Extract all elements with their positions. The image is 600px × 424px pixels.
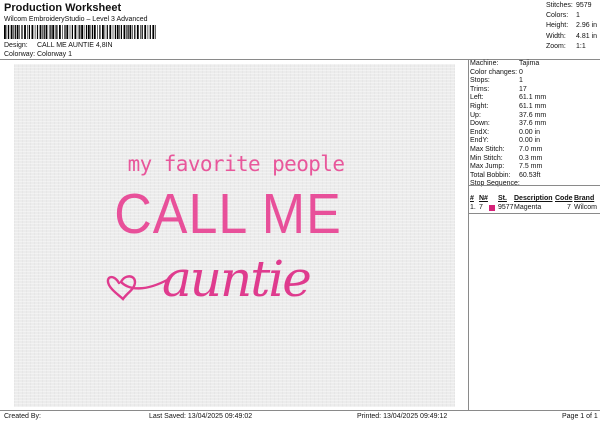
row-stitches: 9577 <box>498 204 514 211</box>
col-code: Code <box>555 195 573 202</box>
design-text-line3: auntie <box>162 250 312 308</box>
stat-row: Colors: 1 <box>546 12 580 20</box>
stat-row: Width: 4.81 in <box>546 32 598 40</box>
stat-row: Height: 2.96 in <box>546 22 598 30</box>
row-needle: 7 <box>479 204 483 211</box>
row-code: 7 <box>567 204 571 211</box>
detail-row: Stops: 1 <box>470 77 523 85</box>
detail-row: EndX: 0.00 in <box>470 128 541 136</box>
panel-divider <box>468 60 469 410</box>
table-divider <box>468 213 600 214</box>
detail-row: Right: 61.1 mm <box>470 102 547 110</box>
details-divider <box>468 185 600 186</box>
detail-row: Left: 61.1 mm <box>470 94 547 102</box>
machine-details: Machine: Tajima Color changes: 0 Stops: 1 T… <box>470 60 546 189</box>
detail-row: Down: 37.6 mm <box>470 120 547 128</box>
last-saved: Last Saved: 13/04/2025 09:49:02 <box>149 413 253 420</box>
design-text-line2: CALL ME <box>114 183 342 246</box>
col-stitches: St. <box>498 195 507 202</box>
row-index: 1. <box>470 204 476 211</box>
colorway-row: Colorway: Colorway 1 <box>4 51 72 58</box>
design-value: CALL ME AUNTIE 4,8IN <box>37 42 113 49</box>
row-description: Magenta <box>514 204 542 211</box>
embroidery-design: my favorite people CALL ME auntie <box>100 152 370 322</box>
detail-row: Max Stitch: 7.0 mm <box>470 145 543 153</box>
detail-row: Min Stitch: 0.3 mm <box>470 154 543 162</box>
design-text-line1: my favorite people <box>127 152 345 176</box>
col-index: # <box>470 195 474 202</box>
col-needle: N# <box>479 195 488 202</box>
printed-date: Printed: 13/04/2025 09:49:12 <box>357 413 448 420</box>
footer-divider <box>0 410 600 411</box>
colorway-value: Colorway 1 <box>37 51 73 58</box>
software-name: Wilcom EmbroideryStudio – Level 3 Advanc… <box>4 16 148 23</box>
detail-row: Total Bobbin: 60.53ft <box>470 171 541 179</box>
stat-row: Stitches: 9579 <box>546 2 592 9</box>
row-brand: Wilcom <box>574 204 597 211</box>
stat-row: Zoom: 1:1 <box>546 42 586 50</box>
detail-row: Color changes: 0 <box>470 68 523 76</box>
detail-row: Max Jump: 7.5 mm <box>470 163 543 171</box>
barcode <box>4 25 156 39</box>
page-number: Page 1 of 1 <box>562 413 598 420</box>
col-brand: Brand <box>574 195 595 202</box>
page-title: Production Worksheet <box>4 2 122 14</box>
colorway-label: Colorway: <box>4 51 36 58</box>
detail-row: EndY: 0.00 in <box>470 137 541 145</box>
color-swatch <box>489 205 495 211</box>
design-label: Design: <box>4 42 28 49</box>
design-row: Design: CALL ME AUNTIE 4,8IN <box>4 42 113 49</box>
col-description: Description <box>514 195 553 202</box>
detail-row: Up: 37.6 mm <box>470 111 547 119</box>
summary-stats: Stitches: 9579 Colors: 1 Height: 2.96 in Wi… <box>546 2 597 53</box>
created-by: Created By: <box>4 413 41 420</box>
detail-row: Trims: 17 <box>470 85 527 93</box>
detail-row: Machine: Tajima <box>470 60 540 67</box>
